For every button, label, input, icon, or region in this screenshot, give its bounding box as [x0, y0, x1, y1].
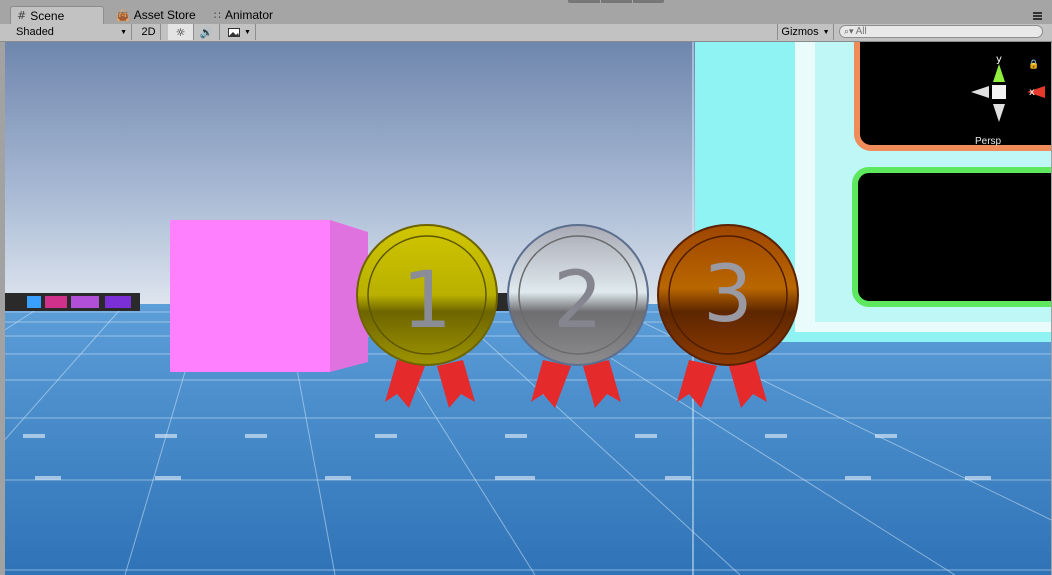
- tab-scrollbar[interactable]: [568, 0, 664, 3]
- tab-scene[interactable]: # Scene: [10, 6, 104, 24]
- editor-tab-bar: # Scene 👜 Asset Store ∷ Animator: [0, 0, 1052, 25]
- tab-scene-label: Scene: [30, 8, 65, 23]
- medal-number: 3: [703, 250, 753, 340]
- panel-orange: [854, 42, 1051, 151]
- chevron-down-icon: ▼: [244, 28, 251, 36]
- medal-number: 2: [553, 256, 603, 346]
- animator-nodes-icon: ∷: [214, 8, 221, 22]
- tab-asset-store[interactable]: 👜 Asset Store: [110, 6, 202, 24]
- projection-label: Persp: [975, 136, 1002, 147]
- scene-lighting-toggle[interactable]: ☼: [168, 24, 194, 40]
- chevron-down-icon: ▼: [120, 28, 127, 36]
- scene-viewport[interactable]: 1 2 3 y x: [5, 42, 1051, 575]
- grid-icon: #: [17, 9, 27, 22]
- axis-y-label: y: [996, 54, 1002, 65]
- 2d-toggle-button[interactable]: 2D: [137, 24, 161, 40]
- 2d-toggle-label: 2D: [141, 26, 156, 38]
- tab-animator[interactable]: ∷ Animator: [208, 6, 279, 24]
- shading-mode-label: Shaded: [16, 26, 54, 38]
- axis-x-label: x: [1029, 87, 1035, 98]
- chevron-down-icon: ▼: [822, 28, 830, 36]
- medal-number: 1: [402, 256, 452, 346]
- search-icon: ⌕▾: [844, 26, 854, 37]
- tab-animator-label: Animator: [225, 8, 274, 22]
- shopping-bag-icon: 👜: [116, 8, 130, 22]
- window-menu-icon[interactable]: [1033, 12, 1042, 20]
- speaker-icon: 🔊: [199, 25, 214, 39]
- tab-asset-store-label: Asset Store: [133, 8, 196, 22]
- panel-green: [852, 167, 1051, 307]
- scene-audio-toggle[interactable]: 🔊: [194, 24, 220, 40]
- pink-cube[interactable]: [170, 220, 368, 372]
- lock-icon[interactable]: 🔒: [1028, 60, 1039, 70]
- projection-toggle[interactable]: Persp: [975, 136, 1001, 147]
- gizmo-center-cube: [992, 85, 1006, 99]
- image-icon: [228, 27, 240, 37]
- scene-effects-dropdown[interactable]: ▼: [222, 24, 256, 40]
- hierarchy-search-input[interactable]: ⌕▾ All: [839, 25, 1043, 38]
- scene-toolbar: Shaded ▼ 2D ☼ 🔊 ▼ Gizmos ▼ ⌕▾ All: [0, 24, 1052, 42]
- search-placeholder: All: [855, 26, 867, 37]
- gizmos-dropdown[interactable]: Gizmos ▼: [777, 24, 834, 40]
- shading-mode-dropdown[interactable]: Shaded ▼: [10, 24, 132, 40]
- sun-icon: ☼: [175, 25, 186, 39]
- gizmos-label: Gizmos: [781, 26, 819, 38]
